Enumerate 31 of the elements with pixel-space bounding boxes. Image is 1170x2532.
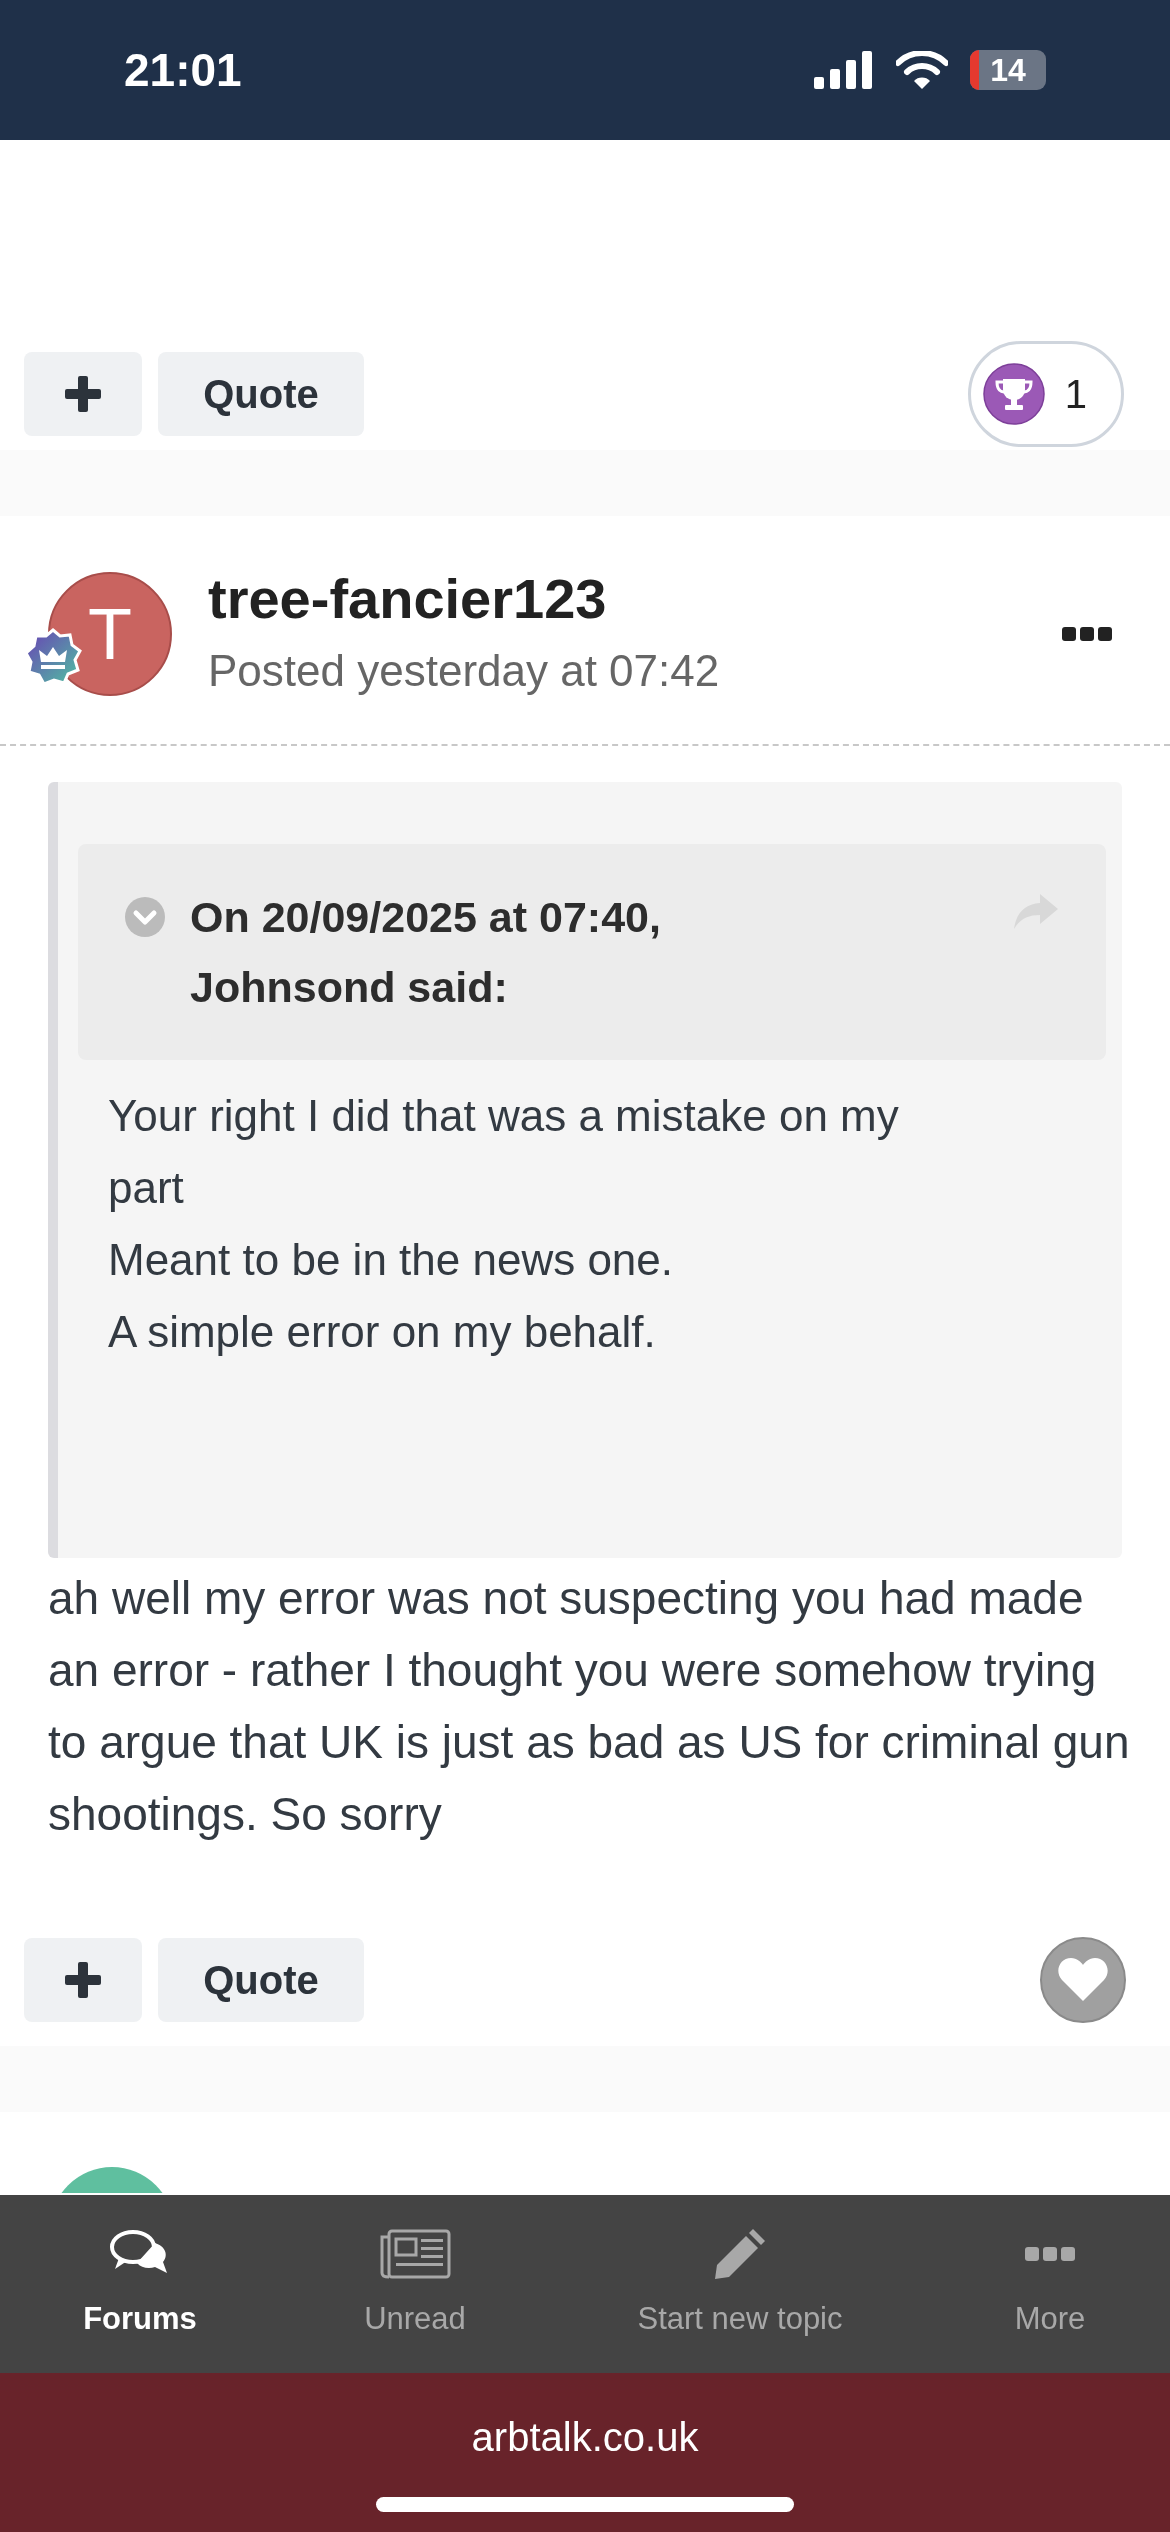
quote-text: Your right I did that was a mistake on my part: [108, 1090, 900, 1214]
signal-icon: [814, 51, 874, 89]
quote-text: Meant to be in the news one.: [108, 1234, 675, 1286]
user-avatar[interactable]: T: [48, 572, 172, 696]
tab-bar-item[interactable]: More: [930, 2214, 1170, 2354]
wifi-icon: [896, 51, 948, 89]
tab-bar-item[interactable]: Forums: [0, 2214, 280, 2354]
quote-text: A simple error on my behalf.: [108, 1306, 657, 1358]
trophy-icon: [982, 363, 1045, 425]
tab-bar-item[interactable]: Unread: [280, 2214, 550, 2354]
post-text: ah well my error was not suspecting you had made an error - rather I thought you were somehow trying to argue that UK is just as bad as US for criminal gun shootings. So sorry: [48, 1571, 1131, 1842]
newspaper-icon: [379, 2228, 451, 2279]
site-address[interactable]: arbtalk.co.uk: [471, 2407, 699, 2467]
plus-icon: [63, 1960, 103, 2000]
more-options-icon[interactable]: [1062, 626, 1112, 642]
quote-button[interactable]: Quote: [158, 1938, 364, 2022]
author-name[interactable]: tree-fancier123: [208, 564, 1062, 634]
collapse-icon[interactable]: [124, 896, 166, 938]
pencil-icon: [713, 2226, 767, 2281]
add-button[interactable]: [24, 1938, 142, 2022]
reaction-count-button[interactable]: 1: [967, 341, 1124, 447]
tab-bar-item[interactable]: Start new topic: [550, 2214, 930, 2354]
post-date: Posted yesterday at 07:42: [208, 645, 721, 697]
quote-button[interactable]: Quote: [158, 352, 364, 436]
battery-indicator: 14: [970, 50, 1046, 90]
clock-time: 21:01: [124, 42, 242, 98]
more-icon: [1025, 2245, 1075, 2262]
quote-attribution: On 20/09/2025 at 07:40, Johnsond said:: [190, 892, 662, 1013]
add-button[interactable]: [24, 352, 142, 436]
heart-icon: [1057, 1957, 1109, 2003]
plus-icon: [63, 374, 103, 414]
